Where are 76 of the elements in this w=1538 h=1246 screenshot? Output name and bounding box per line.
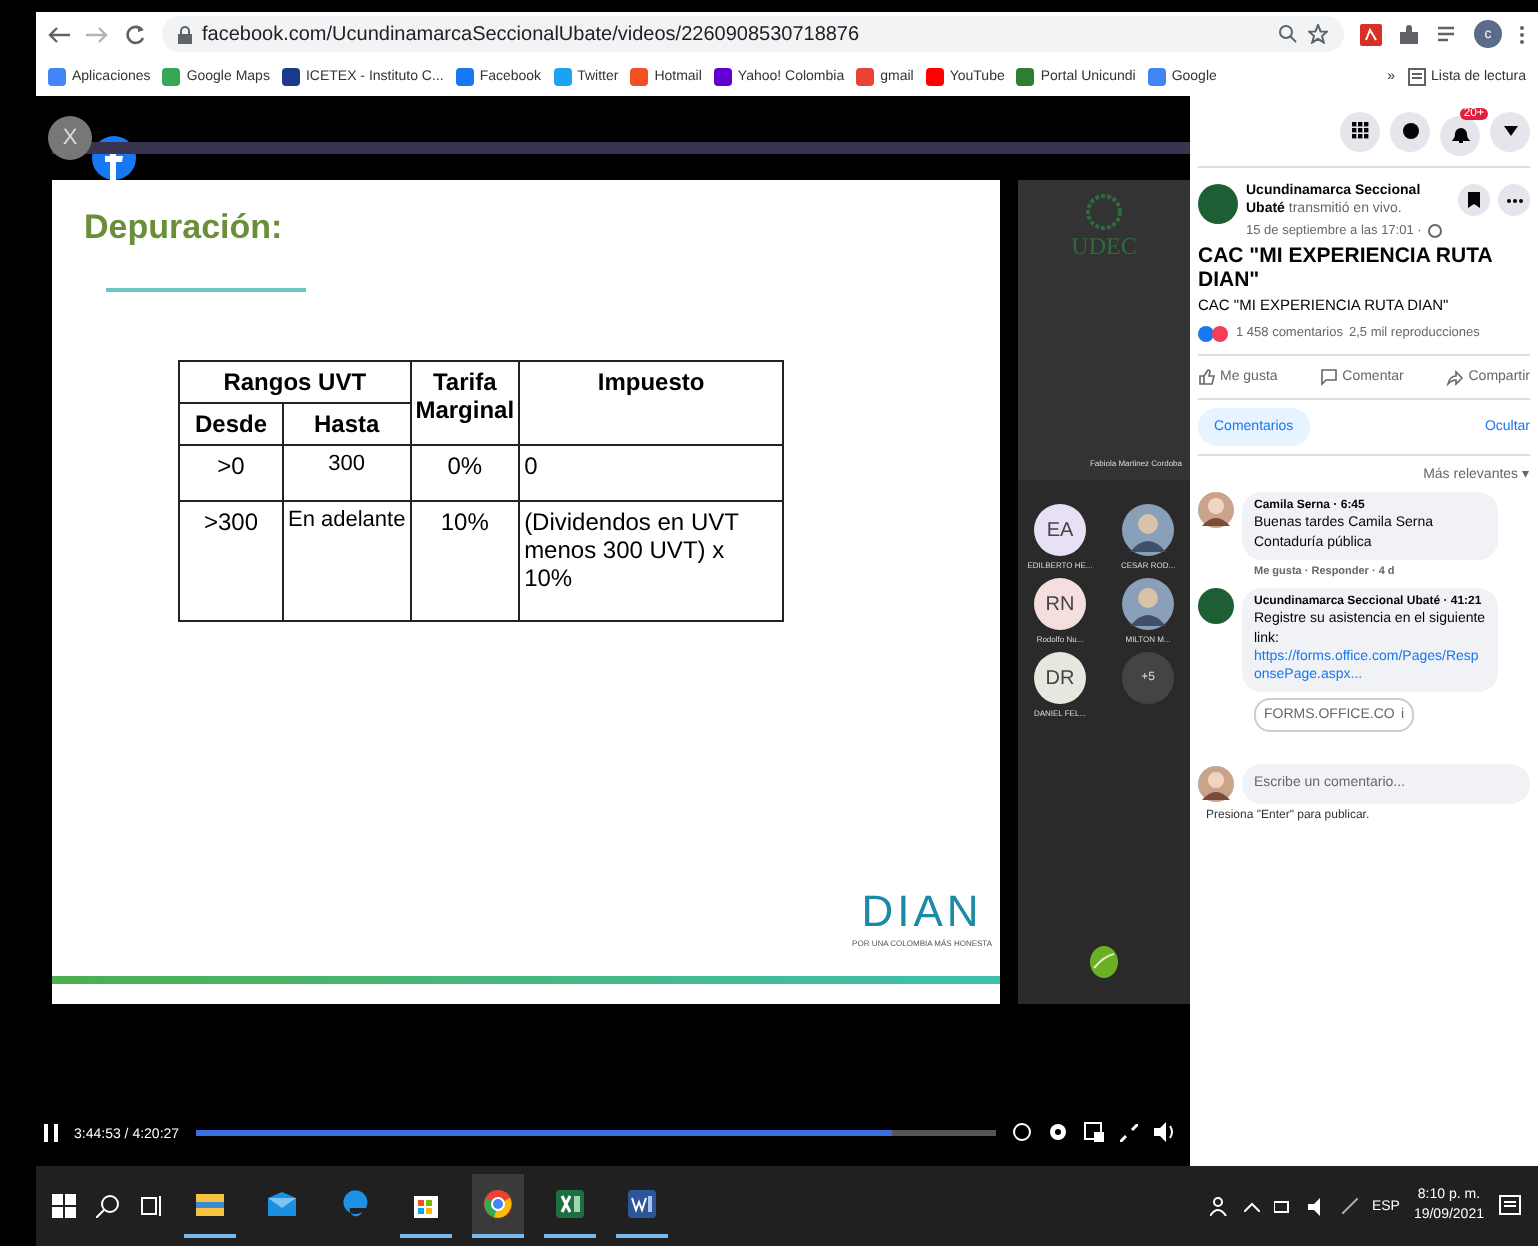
reload-icon[interactable] bbox=[124, 23, 146, 45]
bell-icon bbox=[1451, 126, 1469, 144]
pause-icon[interactable] bbox=[44, 1124, 58, 1142]
network-icon bbox=[1273, 1197, 1294, 1215]
table-cell: >300 bbox=[179, 501, 283, 621]
fullscreen-icon[interactable] bbox=[1120, 1124, 1138, 1142]
lock-icon bbox=[178, 25, 192, 43]
more-options-button[interactable] bbox=[1498, 184, 1530, 216]
zoom-icon bbox=[1278, 24, 1298, 44]
bookmark-icon bbox=[1468, 192, 1480, 208]
table-cell: En adelante bbox=[283, 501, 411, 621]
store-icon bbox=[412, 1190, 440, 1218]
column-header: Tarifa Marginal bbox=[410, 361, 520, 445]
playlist-icon[interactable] bbox=[1436, 23, 1458, 45]
task-view-icon[interactable] bbox=[140, 1194, 164, 1218]
url-text: facebook.com/UcundinamarcaSeccionalUbate/videos/2260908530718876 bbox=[202, 23, 860, 45]
address-bar[interactable]: facebook.com/UcundinamarcaSeccionalUbate/videos/2260908530718876 bbox=[162, 16, 1344, 52]
user-avatar bbox=[1198, 491, 1234, 528]
table-cell: 10% bbox=[410, 501, 520, 621]
account-menu-button[interactable] bbox=[1490, 111, 1530, 151]
page-avatar bbox=[1198, 184, 1238, 224]
udec-logo: UDEC bbox=[1071, 232, 1137, 262]
participant-avatar bbox=[1122, 578, 1174, 630]
chevron-up-icon[interactable] bbox=[1243, 1201, 1260, 1211]
save-button[interactable] bbox=[1458, 184, 1490, 216]
share-icon bbox=[1446, 367, 1465, 386]
user-avatar bbox=[1198, 765, 1234, 802]
picture-in-picture-icon[interactable] bbox=[1084, 1122, 1104, 1142]
reading-list-icon bbox=[1407, 67, 1426, 85]
comment-icon bbox=[1320, 367, 1339, 386]
spreadsheet-icon bbox=[556, 1190, 584, 1218]
reactions-icon bbox=[1198, 325, 1230, 342]
seal-icon bbox=[1083, 192, 1124, 232]
dian-logo: DIAN bbox=[861, 886, 983, 938]
search-icon[interactable] bbox=[96, 1194, 120, 1218]
puzzle-icon[interactable] bbox=[1398, 23, 1420, 45]
edge-icon bbox=[340, 1190, 368, 1218]
messenger-button[interactable] bbox=[1390, 111, 1430, 151]
globe-icon bbox=[1427, 223, 1442, 237]
participant-avatar: RN bbox=[1034, 578, 1086, 630]
table-cell: >0 bbox=[179, 445, 283, 501]
menu-icon[interactable] bbox=[1518, 23, 1526, 45]
column-header: Desde bbox=[179, 403, 283, 445]
participant-avatar: DR bbox=[1034, 652, 1086, 704]
captions-icon[interactable] bbox=[1012, 1122, 1032, 1142]
back-icon[interactable] bbox=[48, 25, 70, 43]
taskbar-app[interactable] bbox=[472, 1174, 524, 1238]
participant-avatar bbox=[1122, 504, 1174, 556]
folder-icon bbox=[196, 1192, 224, 1216]
notifications-icon[interactable] bbox=[1498, 1194, 1522, 1218]
post-title: CAC "MI EXPERIENCIA RUTA DIAN" bbox=[1198, 243, 1494, 292]
windows-icon[interactable] bbox=[52, 1194, 76, 1218]
apps-button[interactable] bbox=[1340, 111, 1380, 151]
document-icon bbox=[628, 1190, 656, 1218]
notifications-button[interactable] bbox=[1440, 115, 1480, 155]
settings-icon[interactable] bbox=[1048, 1122, 1068, 1142]
people-icon bbox=[1209, 1196, 1230, 1216]
volume-icon[interactable] bbox=[1154, 1122, 1174, 1142]
table-cell: (Dividendos en UVT menos 300 UVT) x 10% bbox=[519, 501, 783, 621]
page-avatar bbox=[1198, 587, 1234, 624]
pdf-icon[interactable] bbox=[1360, 23, 1382, 45]
table-cell: 300 bbox=[283, 445, 411, 501]
star-icon[interactable] bbox=[1308, 24, 1328, 44]
more-icon bbox=[1505, 197, 1523, 203]
slide-title: Depuración: bbox=[84, 208, 285, 248]
table-cell: 0% bbox=[410, 445, 520, 501]
grid-icon bbox=[1351, 122, 1369, 140]
table-cell: 0 bbox=[519, 445, 783, 501]
chrome-icon bbox=[484, 1190, 512, 1218]
column-header: Impuesto bbox=[519, 361, 783, 445]
thumbs-up-icon bbox=[1198, 367, 1216, 386]
column-header: Rangos UVT bbox=[179, 361, 411, 403]
mail-icon bbox=[268, 1192, 296, 1216]
participant-avatar: EA bbox=[1034, 504, 1086, 556]
caret-icon bbox=[1503, 126, 1517, 136]
leaf-icon bbox=[1088, 944, 1120, 980]
